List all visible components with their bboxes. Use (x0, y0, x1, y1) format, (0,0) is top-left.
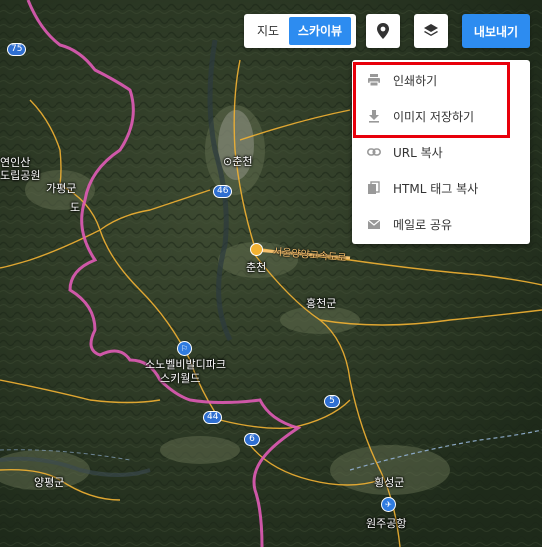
menu-item-share-email-label: 메일로 공유 (393, 217, 453, 232)
map-label-hongcheon: 홍천군 (306, 297, 337, 310)
map-label-yangpyeong: 양평군 (34, 476, 65, 489)
map-label-vivaldi-park-line2: 스키월드 (160, 372, 201, 385)
copy-icon (367, 181, 381, 195)
map-label-wonju-airport: 원주공항 (366, 517, 407, 530)
menu-item-print[interactable]: 인쇄하기 (352, 62, 530, 98)
map-label-gapyeong: 가평군 (46, 182, 77, 195)
menu-item-copy-html-label: HTML 태그 복사 (393, 181, 479, 196)
route-shield-44: 44 (203, 411, 223, 424)
map-label-chuncheon-city: 춘천 (246, 261, 267, 274)
interchange-icon[interactable] (250, 243, 263, 256)
menu-item-share-email[interactable]: 메일로 공유 (352, 206, 530, 242)
map-label-gapyeong-extra: 도 (70, 201, 81, 214)
map-label-hoengseong: 횡성군 (374, 476, 405, 489)
menu-item-print-label: 인쇄하기 (393, 73, 438, 88)
layers-button[interactable] (414, 14, 448, 48)
menu-item-copy-url[interactable]: URL 복사 (352, 134, 530, 170)
menu-item-copy-url-label: URL 복사 (393, 145, 443, 160)
ski-resort-icon[interactable]: ⚐ (177, 341, 192, 356)
location-pin-button[interactable] (366, 14, 400, 48)
mail-icon (367, 217, 381, 231)
export-menu: 인쇄하기 이미지 저장하기 URL 복사 HTML 태그 복사 메일로 공유 (352, 60, 530, 244)
skyview-button[interactable]: 스카이뷰 (289, 17, 351, 45)
route-shield-46: 46 (213, 185, 233, 198)
download-icon (367, 109, 381, 123)
map-label-chuncheon-station: ⊙춘천 (223, 155, 253, 168)
route-shield-5: 5 (324, 395, 340, 408)
link-icon (367, 145, 381, 159)
map-label-yeonin-park: 연인산 도립공원 (0, 156, 41, 182)
map-view-button[interactable]: 지도 (247, 17, 289, 45)
map-type-toggle: 지도 스카이뷰 (244, 14, 356, 48)
airport-icon[interactable]: ✈ (381, 497, 396, 512)
route-shield-6: 6 (244, 433, 260, 446)
layers-icon (424, 24, 438, 36)
printer-icon (367, 73, 381, 87)
menu-item-save-image[interactable]: 이미지 저장하기 (352, 98, 530, 134)
menu-item-copy-html[interactable]: HTML 태그 복사 (352, 170, 530, 206)
location-pin-icon (377, 23, 389, 39)
export-button[interactable]: 내보내기 (462, 14, 530, 48)
menu-item-save-image-label: 이미지 저장하기 (393, 109, 475, 124)
route-shield-75: 75 (7, 43, 27, 56)
